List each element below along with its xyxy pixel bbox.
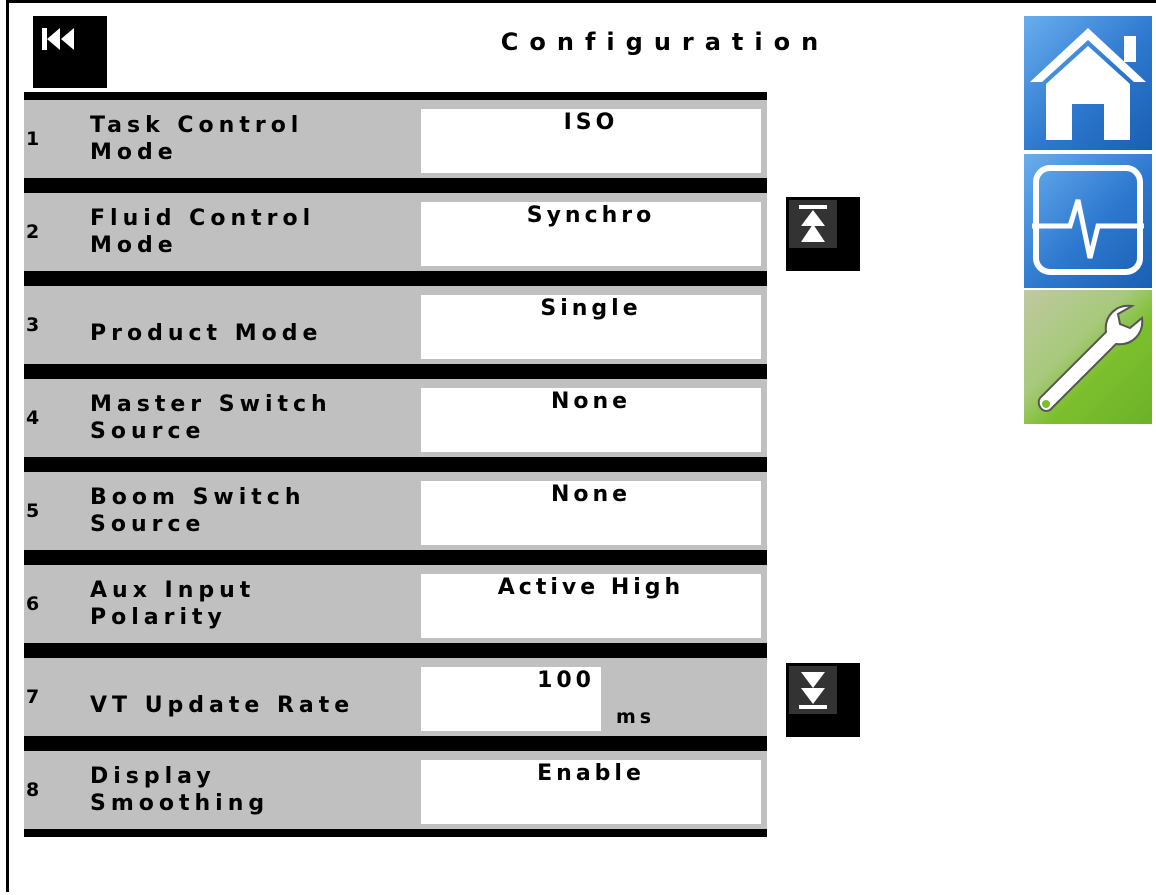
row-number: 1 <box>26 128 40 150</box>
row-label-line2: Mode <box>90 233 178 258</box>
row-label-line2: Source <box>90 512 206 537</box>
row-label-line2: Mode <box>90 140 178 165</box>
display-smoothing-value[interactable]: Enable <box>421 760 761 824</box>
row-number: 5 <box>26 500 40 522</box>
row-label-line1: VT Update Rate <box>90 692 355 718</box>
row-label: Boom Switch Source <box>90 472 410 550</box>
master-switch-source-value[interactable]: None <box>421 388 761 452</box>
row-label-line1: Product Mode <box>90 320 323 346</box>
wrench-icon <box>1037 304 1144 412</box>
row-label-line1: Boom Switch <box>90 485 306 510</box>
back-button[interactable] <box>33 16 107 88</box>
row-number: 7 <box>26 686 40 708</box>
row-label: Task Control Mode <box>90 100 410 178</box>
home-icon <box>1030 28 1146 140</box>
config-row-vt-update-rate: 7 VT Update Rate 100 ms <box>24 658 767 736</box>
config-row-product-mode: 3 Product Mode Single <box>24 286 767 364</box>
row-label-line1: Display <box>90 764 216 789</box>
home-button[interactable] <box>1024 16 1152 150</box>
row-label-line2: Source <box>90 419 206 444</box>
scroll-top-button[interactable] <box>786 197 860 271</box>
config-row-display-smoothing: 8 Display Smoothing Enable <box>24 751 767 829</box>
row-number: 8 <box>26 779 40 801</box>
row-label-line1: Task Control <box>90 113 304 138</box>
scroll-to-bottom-icon <box>799 672 827 709</box>
row-label-line2: Polarity <box>90 605 227 630</box>
scroll-bottom-face <box>789 666 837 714</box>
row-label: VT Update Rate <box>90 658 410 736</box>
config-row-master-switch-source: 4 Master Switch Source None <box>24 379 767 457</box>
diagnostics-button[interactable] <box>1024 154 1152 288</box>
config-row-fluid-control-mode: 2 Fluid Control Mode Synchro <box>24 193 767 271</box>
vt-update-rate-input[interactable]: 100 <box>421 667 601 731</box>
row-label: Aux Input Polarity <box>90 565 410 643</box>
row-number: 3 <box>26 314 40 336</box>
boom-switch-source-value[interactable]: None <box>421 481 761 545</box>
config-row-task-control-mode: 1 Task Control Mode ISO <box>24 100 767 178</box>
row-label: Master Switch Source <box>90 379 410 457</box>
config-table: 1 Task Control Mode ISO 2 Fluid Control … <box>24 92 767 837</box>
task-control-mode-value[interactable]: ISO <box>421 109 761 173</box>
fluid-control-mode-value[interactable]: Synchro <box>421 202 761 266</box>
vt-update-rate-unit: ms <box>616 706 656 728</box>
config-row-aux-input-polarity: 6 Aux Input Polarity Active High <box>24 565 767 643</box>
row-label: Fluid Control Mode <box>90 193 410 271</box>
product-mode-value[interactable]: Single <box>421 295 761 359</box>
heartbeat-icon <box>1032 165 1144 275</box>
scroll-to-top-icon <box>799 205 827 242</box>
row-number: 6 <box>26 593 40 615</box>
settings-button[interactable] <box>1024 290 1152 424</box>
skip-back-icon <box>38 20 78 58</box>
page-title: Configuration <box>500 28 830 56</box>
row-label-line1: Fluid Control <box>90 206 316 231</box>
row-number: 4 <box>26 407 40 429</box>
row-label-line1: Master Switch <box>90 392 332 417</box>
scroll-bottom-button[interactable] <box>786 663 860 737</box>
scroll-top-face <box>789 200 837 248</box>
aux-input-polarity-value[interactable]: Active High <box>421 574 761 638</box>
row-label-line1: Aux Input <box>90 578 256 603</box>
row-label: Display Smoothing <box>90 751 410 829</box>
config-row-boom-switch-source: 5 Boom Switch Source None <box>24 472 767 550</box>
row-number: 2 <box>26 221 40 243</box>
row-label: Product Mode <box>90 286 410 364</box>
row-label-line2: Smoothing <box>90 791 270 816</box>
